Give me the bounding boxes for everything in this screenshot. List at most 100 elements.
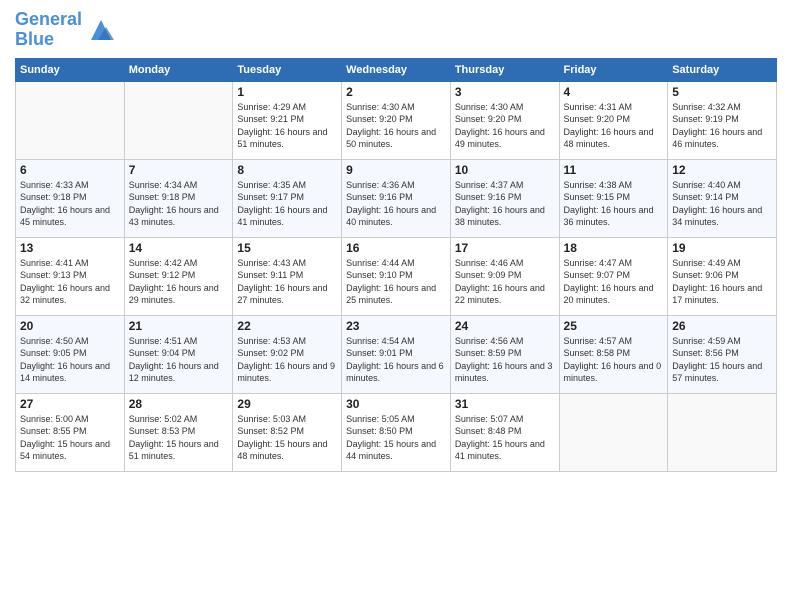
calendar-cell: 19 Sunrise: 4:49 AM Sunset: 9:06 PM Dayli… xyxy=(668,237,777,315)
day-info: Sunrise: 4:41 AM Sunset: 9:13 PM Dayligh… xyxy=(20,257,120,307)
page: General Blue SundayMondayTuesdayWednesda… xyxy=(0,0,792,612)
day-number: 22 xyxy=(237,319,337,333)
day-info: Sunrise: 4:51 AM Sunset: 9:04 PM Dayligh… xyxy=(129,335,229,385)
day-info: Sunrise: 4:30 AM Sunset: 9:20 PM Dayligh… xyxy=(346,101,446,151)
day-info: Sunrise: 5:00 AM Sunset: 8:55 PM Dayligh… xyxy=(20,413,120,463)
day-info: Sunrise: 4:54 AM Sunset: 9:01 PM Dayligh… xyxy=(346,335,446,385)
calendar-table: SundayMondayTuesdayWednesdayThursdayFrid… xyxy=(15,58,777,472)
logo: General Blue xyxy=(15,10,116,50)
day-info: Sunrise: 4:46 AM Sunset: 9:09 PM Dayligh… xyxy=(455,257,555,307)
day-number: 16 xyxy=(346,241,446,255)
day-number: 9 xyxy=(346,163,446,177)
col-header-sunday: Sunday xyxy=(16,58,125,81)
calendar-cell: 25 Sunrise: 4:57 AM Sunset: 8:58 PM Dayli… xyxy=(559,315,668,393)
day-info: Sunrise: 4:47 AM Sunset: 9:07 PM Dayligh… xyxy=(564,257,664,307)
calendar-cell: 24Sunrise: 4:56 AM Sunset: 8:59 PM Dayli… xyxy=(450,315,559,393)
day-info: Sunrise: 4:36 AM Sunset: 9:16 PM Dayligh… xyxy=(346,179,446,229)
calendar-cell: 16 Sunrise: 4:44 AM Sunset: 9:10 PM Dayli… xyxy=(342,237,451,315)
day-number: 17 xyxy=(455,241,555,255)
day-number: 26 xyxy=(672,319,772,333)
calendar-cell: 27 Sunrise: 5:00 AM Sunset: 8:55 PM Dayli… xyxy=(16,393,125,471)
day-number: 19 xyxy=(672,241,772,255)
calendar-cell: 15 Sunrise: 4:43 AM Sunset: 9:11 PM Dayli… xyxy=(233,237,342,315)
day-info: Sunrise: 4:59 AM Sunset: 8:56 PM Dayligh… xyxy=(672,335,772,385)
day-info: Sunrise: 5:07 AM Sunset: 8:48 PM Dayligh… xyxy=(455,413,555,463)
col-header-tuesday: Tuesday xyxy=(233,58,342,81)
day-info: Sunrise: 4:53 AM Sunset: 9:02 PM Dayligh… xyxy=(237,335,337,385)
day-number: 8 xyxy=(237,163,337,177)
calendar-cell: 2 Sunrise: 4:30 AM Sunset: 9:20 PM Daylig… xyxy=(342,81,451,159)
day-info: Sunrise: 4:42 AM Sunset: 9:12 PM Dayligh… xyxy=(129,257,229,307)
logo-text: General Blue xyxy=(15,10,82,50)
day-info: Sunrise: 4:33 AM Sunset: 9:18 PM Dayligh… xyxy=(20,179,120,229)
day-info: Sunrise: 4:44 AM Sunset: 9:10 PM Dayligh… xyxy=(346,257,446,307)
day-number: 28 xyxy=(129,397,229,411)
day-info: Sunrise: 4:49 AM Sunset: 9:06 PM Dayligh… xyxy=(672,257,772,307)
day-number: 27 xyxy=(20,397,120,411)
col-header-wednesday: Wednesday xyxy=(342,58,451,81)
day-number: 1 xyxy=(237,85,337,99)
calendar-cell: 20 Sunrise: 4:50 AM Sunset: 9:05 PM Dayli… xyxy=(16,315,125,393)
day-number: 23 xyxy=(346,319,446,333)
day-number: 3 xyxy=(455,85,555,99)
calendar-cell: 7 Sunrise: 4:34 AM Sunset: 9:18 PM Daylig… xyxy=(124,159,233,237)
calendar-cell: 14 Sunrise: 4:42 AM Sunset: 9:12 PM Dayli… xyxy=(124,237,233,315)
day-number: 21 xyxy=(129,319,229,333)
day-info: Sunrise: 5:05 AM Sunset: 8:50 PM Dayligh… xyxy=(346,413,446,463)
logo-icon xyxy=(86,15,116,45)
calendar-week-5: 27 Sunrise: 5:00 AM Sunset: 8:55 PM Dayli… xyxy=(16,393,777,471)
day-info: Sunrise: 4:40 AM Sunset: 9:14 PM Dayligh… xyxy=(672,179,772,229)
calendar-cell: 29 Sunrise: 5:03 AM Sunset: 8:52 PM Dayli… xyxy=(233,393,342,471)
day-info: Sunrise: 4:50 AM Sunset: 9:05 PM Dayligh… xyxy=(20,335,120,385)
calendar-week-4: 20 Sunrise: 4:50 AM Sunset: 9:05 PM Dayli… xyxy=(16,315,777,393)
calendar-cell: 26 Sunrise: 4:59 AM Sunset: 8:56 PM Dayli… xyxy=(668,315,777,393)
day-info: Sunrise: 4:34 AM Sunset: 9:18 PM Dayligh… xyxy=(129,179,229,229)
calendar-week-1: 1Sunrise: 4:29 AM Sunset: 9:21 PM Daylig… xyxy=(16,81,777,159)
col-header-monday: Monday xyxy=(124,58,233,81)
day-number: 2 xyxy=(346,85,446,99)
day-number: 29 xyxy=(237,397,337,411)
calendar-cell: 22 Sunrise: 4:53 AM Sunset: 9:02 PM Dayli… xyxy=(233,315,342,393)
calendar-cell: 23 Sunrise: 4:54 AM Sunset: 9:01 PM Dayli… xyxy=(342,315,451,393)
calendar-cell: 18Sunrise: 4:47 AM Sunset: 9:07 PM Dayli… xyxy=(559,237,668,315)
day-info: Sunrise: 4:35 AM Sunset: 9:17 PM Dayligh… xyxy=(237,179,337,229)
day-info: Sunrise: 4:38 AM Sunset: 9:15 PM Dayligh… xyxy=(564,179,664,229)
day-info: Sunrise: 4:57 AM Sunset: 8:58 PM Dayligh… xyxy=(564,335,664,385)
day-number: 14 xyxy=(129,241,229,255)
day-number: 30 xyxy=(346,397,446,411)
col-header-friday: Friday xyxy=(559,58,668,81)
day-number: 15 xyxy=(237,241,337,255)
day-number: 11 xyxy=(564,163,664,177)
day-info: Sunrise: 4:37 AM Sunset: 9:16 PM Dayligh… xyxy=(455,179,555,229)
calendar-cell: 11 Sunrise: 4:38 AM Sunset: 9:15 PM Dayli… xyxy=(559,159,668,237)
day-number: 10 xyxy=(455,163,555,177)
day-number: 5 xyxy=(672,85,772,99)
calendar-cell: 5 Sunrise: 4:32 AM Sunset: 9:19 PM Daylig… xyxy=(668,81,777,159)
calendar-cell: 6 Sunrise: 4:33 AM Sunset: 9:18 PM Daylig… xyxy=(16,159,125,237)
calendar-cell: 21 Sunrise: 4:51 AM Sunset: 9:04 PM Dayli… xyxy=(124,315,233,393)
calendar-cell: 10 Sunrise: 4:37 AM Sunset: 9:16 PM Dayli… xyxy=(450,159,559,237)
calendar-cell xyxy=(668,393,777,471)
col-header-saturday: Saturday xyxy=(668,58,777,81)
calendar-cell: 12 Sunrise: 4:40 AM Sunset: 9:14 PM Dayli… xyxy=(668,159,777,237)
day-number: 25 xyxy=(564,319,664,333)
calendar-header-row: SundayMondayTuesdayWednesdayThursdayFrid… xyxy=(16,58,777,81)
day-number: 20 xyxy=(20,319,120,333)
calendar-week-3: 13 Sunrise: 4:41 AM Sunset: 9:13 PM Dayli… xyxy=(16,237,777,315)
day-number: 13 xyxy=(20,241,120,255)
day-info: Sunrise: 5:02 AM Sunset: 8:53 PM Dayligh… xyxy=(129,413,229,463)
calendar-cell xyxy=(124,81,233,159)
day-info: Sunrise: 5:03 AM Sunset: 8:52 PM Dayligh… xyxy=(237,413,337,463)
calendar-cell: 13 Sunrise: 4:41 AM Sunset: 9:13 PM Dayli… xyxy=(16,237,125,315)
day-info: Sunrise: 4:56 AM Sunset: 8:59 PM Dayligh… xyxy=(455,335,555,385)
calendar-cell: 4Sunrise: 4:31 AM Sunset: 9:20 PM Daylig… xyxy=(559,81,668,159)
calendar-cell xyxy=(16,81,125,159)
calendar-cell: 3Sunrise: 4:30 AM Sunset: 9:20 PM Daylig… xyxy=(450,81,559,159)
day-info: Sunrise: 4:32 AM Sunset: 9:19 PM Dayligh… xyxy=(672,101,772,151)
day-number: 7 xyxy=(129,163,229,177)
day-info: Sunrise: 4:31 AM Sunset: 9:20 PM Dayligh… xyxy=(564,101,664,151)
day-info: Sunrise: 4:43 AM Sunset: 9:11 PM Dayligh… xyxy=(237,257,337,307)
day-number: 12 xyxy=(672,163,772,177)
day-number: 6 xyxy=(20,163,120,177)
logo-general: General xyxy=(15,9,82,29)
